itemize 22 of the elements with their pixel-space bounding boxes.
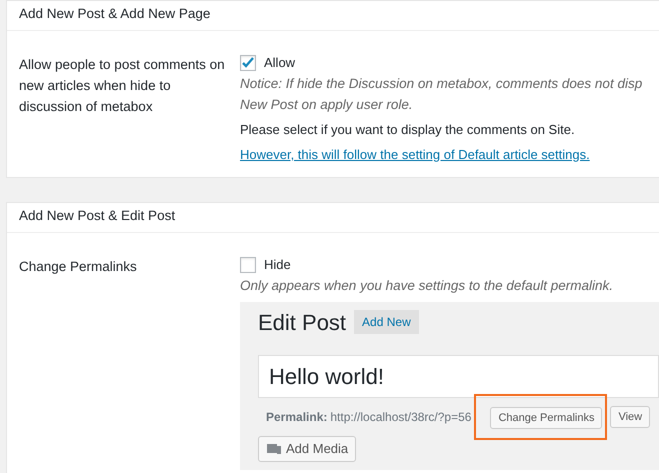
permalink-label: Permalink: (266, 408, 328, 426)
checkbox-label[interactable]: Allow (264, 53, 296, 73)
add-media-button[interactable]: Add Media (258, 436, 356, 462)
add-new-button[interactable]: Add New (354, 310, 419, 334)
permalink-url: http://localhost/38rc/?p=56 (330, 408, 472, 426)
setting-label: Change Permalinks (19, 258, 138, 276)
notice-text: New Post on apply user role. (240, 96, 414, 114)
help-text: Please select if you want to display the comments on Site. (240, 120, 576, 139)
settings-link[interactable]: However, this will follow the setting of Default article settings. (240, 140, 590, 165)
checkbox-label[interactable]: Hide (264, 255, 291, 274)
setting-label: Allow people to post comments on new articles when hide to discussion of metabox (19, 56, 226, 116)
view-button[interactable]: View (610, 406, 650, 428)
page-heading: Edit Post (258, 308, 346, 336)
checkbox[interactable] (240, 256, 256, 273)
notice-text: Only appears when you have settings to the default permalink. (240, 276, 614, 295)
checkbox[interactable] (240, 55, 256, 71)
title-field[interactable]: Hello world! (258, 354, 659, 398)
notice-text: Notice: If hide the Discussion on metabox, comments does not disp (240, 74, 644, 93)
section-title: Add New Post & Add New Page (7, 1, 659, 32)
section-title: Add New Post & Edit Post (7, 202, 659, 233)
media-icon (266, 442, 282, 456)
change-permalinks-button[interactable]: Change Permalinks (490, 406, 602, 429)
